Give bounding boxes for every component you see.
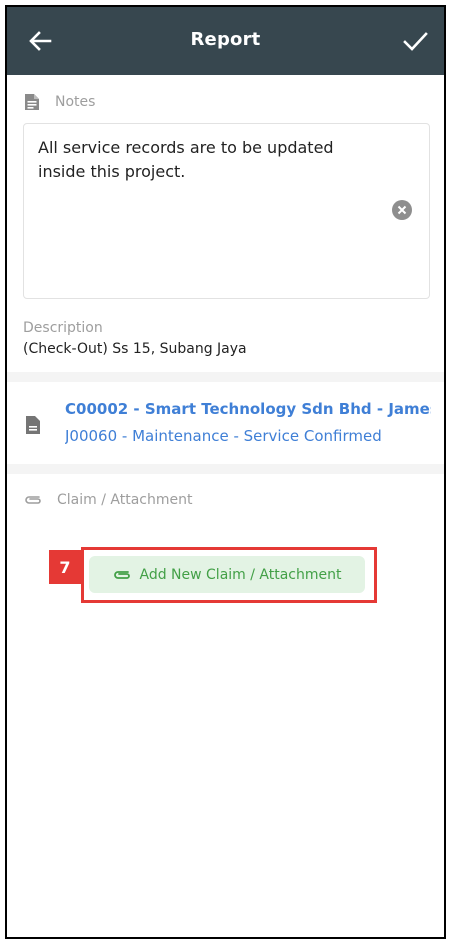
- document-icon: [26, 416, 40, 434]
- add-claim-label: Add New Claim / Attachment: [139, 566, 342, 583]
- clear-notes-button[interactable]: [392, 200, 412, 220]
- add-claim-button[interactable]: Add New Claim / Attachment: [89, 556, 365, 593]
- confirm-button[interactable]: [398, 25, 432, 57]
- job-customer: C00002 - Smart Technology Sdn Bhd - Jame…: [65, 400, 431, 418]
- phone-frame: Report Notes All service records are to …: [5, 5, 446, 939]
- step-badge: 7: [49, 550, 81, 584]
- section-divider: [7, 372, 444, 382]
- clear-icon: [392, 200, 412, 220]
- paperclip-icon: [25, 496, 41, 504]
- description-label: Description: [23, 320, 103, 336]
- notes-label: Notes: [55, 94, 96, 110]
- notes-text[interactable]: All service records are to be updated in…: [38, 136, 358, 184]
- claim-label: Claim / Attachment: [57, 492, 193, 508]
- page-title: Report: [190, 29, 261, 50]
- app-bar: Report: [7, 7, 444, 75]
- notes-input[interactable]: All service records are to be updated in…: [23, 123, 430, 299]
- document-icon: [25, 94, 39, 110]
- section-divider: [7, 464, 444, 474]
- notes-header: Notes: [23, 91, 95, 113]
- job-card[interactable]: C00002 - Smart Technology Sdn Bhd - Jame…: [7, 382, 444, 464]
- claim-header: Claim / Attachment: [23, 489, 192, 511]
- check-icon: [403, 32, 428, 51]
- paperclip-icon: [114, 570, 131, 579]
- job-detail: J00060 - Maintenance - Service Confirmed: [65, 427, 382, 445]
- description-value: (Check-Out) Ss 15, Subang Jaya: [23, 341, 247, 357]
